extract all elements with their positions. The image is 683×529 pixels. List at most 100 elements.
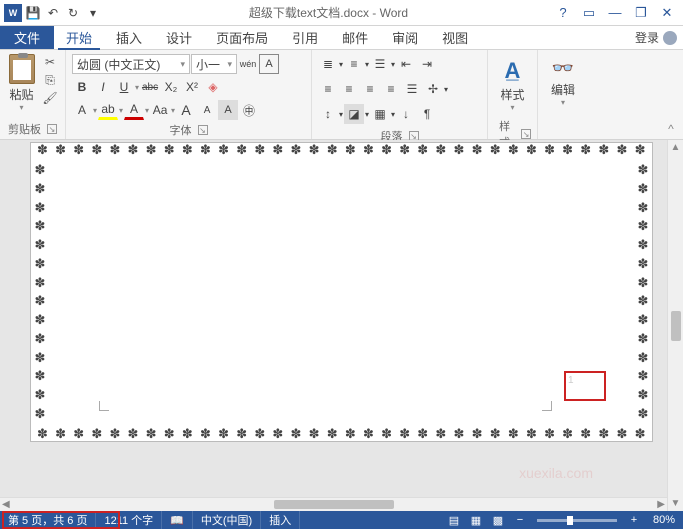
font-size-select[interactable]: 小一▾ (191, 54, 237, 74)
bold-button[interactable]: B (72, 77, 92, 97)
status-proof-icon[interactable]: 📖 (162, 511, 193, 529)
tab-file[interactable]: 文件 (0, 26, 54, 49)
window-title: 超级下载text文档.docx - Word (106, 4, 551, 21)
watermark: xuexila.com (519, 465, 593, 481)
scroll-right-icon[interactable]: ▶ (657, 499, 665, 510)
scroll-up-icon[interactable]: ▲ (671, 142, 681, 153)
show-marks-icon[interactable]: ¶ (417, 104, 437, 124)
tab-mailings[interactable]: 邮件 (330, 26, 380, 49)
status-insert-mode[interactable]: 插入 (261, 511, 300, 529)
font-launcher-icon[interactable]: ↘ (198, 125, 208, 135)
align-left-icon[interactable]: ≡ (318, 79, 338, 99)
view-read-icon[interactable]: ▤ (443, 511, 465, 529)
ribbon: 粘贴 ▾ ✂ ⎘ 🖌 剪贴板↘ 幼圆 (中文正文)▾ 小一▾ wén A B I… (0, 50, 683, 140)
page-number-highlight: 1 (564, 371, 606, 401)
zoom-knob[interactable] (567, 516, 573, 525)
close-icon[interactable]: ✕ (655, 3, 679, 23)
tab-references[interactable]: 引用 (280, 26, 330, 49)
underline-button[interactable]: U (114, 77, 134, 97)
title-bar: W 💾 ↶ ↻ ▾ 超级下载text文档.docx - Word ? ▭ — ❐… (0, 0, 683, 26)
paste-label: 粘贴 (9, 86, 33, 103)
redo-icon[interactable]: ↻ (64, 4, 82, 22)
grow-font-icon[interactable]: A (176, 100, 196, 120)
subscript-button[interactable]: X₂ (161, 77, 181, 97)
italic-button[interactable]: I (93, 77, 113, 97)
restore-icon[interactable]: ❐ (629, 3, 653, 23)
text-effects-icon[interactable]: A (72, 100, 92, 120)
align-center-icon[interactable]: ≡ (339, 79, 359, 99)
group-editing: 👓 编辑 ▾ (538, 50, 588, 139)
qat-more-icon[interactable]: ▾ (84, 4, 102, 22)
help-icon[interactable]: ? (551, 3, 575, 23)
status-words[interactable]: 1211 个字 (96, 511, 162, 529)
clear-format-icon[interactable]: ◈ (203, 77, 223, 97)
status-language[interactable]: 中文(中国) (193, 511, 261, 529)
save-icon[interactable]: 💾 (24, 4, 42, 22)
sort-icon[interactable]: ↓ (396, 104, 416, 124)
char-shading-icon[interactable]: A (218, 100, 238, 120)
scroll-down-icon[interactable]: ▼ (671, 498, 681, 509)
shrink-font-icon[interactable]: A (197, 100, 217, 120)
change-case-icon[interactable]: Aa (150, 100, 170, 120)
superscript-button[interactable]: X² (182, 77, 202, 97)
view-web-icon[interactable]: ▩ (487, 511, 509, 529)
cut-icon[interactable]: ✂ (41, 54, 59, 70)
clipboard-launcher-icon[interactable]: ↘ (47, 124, 57, 134)
strikethrough-button[interactable]: abc (140, 77, 160, 97)
horizontal-scrollbar[interactable]: ◀ ▶ (0, 497, 667, 511)
phonetic-guide-icon[interactable]: wén (238, 54, 258, 74)
tab-view[interactable]: 视图 (430, 26, 480, 49)
view-print-icon[interactable]: ▦ (465, 511, 487, 529)
zoom-in-icon[interactable]: + (623, 511, 645, 529)
copy-icon[interactable]: ⎘ (41, 72, 59, 88)
tab-layout[interactable]: 页面布局 (204, 26, 280, 49)
distributed-icon[interactable]: ☰ (402, 79, 422, 99)
window-buttons: ? ▭ — ❐ ✕ (551, 3, 683, 23)
status-page[interactable]: 第 5 页，共 6 页 (0, 511, 96, 529)
word-app-icon[interactable]: W (4, 4, 22, 22)
bullets-icon[interactable]: ≣ (318, 54, 338, 74)
quick-access-toolbar: W 💾 ↶ ↻ ▾ (0, 4, 106, 22)
zoom-out-icon[interactable]: − (509, 511, 531, 529)
vertical-scrollbar[interactable]: ▲ ▼ (667, 140, 683, 511)
binoculars-icon: 👓 (552, 58, 574, 79)
asian-layout-icon[interactable]: ✢ (423, 79, 443, 99)
font-color-icon[interactable]: A (124, 100, 144, 120)
paste-button[interactable]: 粘贴 ▾ (6, 54, 37, 112)
justify-icon[interactable]: ≡ (381, 79, 401, 99)
borders-icon[interactable]: ▦ (370, 104, 390, 124)
char-border-icon[interactable]: A (259, 54, 279, 74)
border-art-top: ✽✽✽✽✽✽✽✽✽✽✽✽✽✽✽✽✽✽✽✽✽✽✽✽✽✽✽✽✽✽✽✽✽✽ (37, 143, 646, 157)
styles-launcher-icon[interactable]: ↘ (521, 129, 531, 139)
zoom-level[interactable]: 80% (645, 511, 683, 529)
tab-design[interactable]: 设计 (154, 26, 204, 49)
tab-review[interactable]: 审阅 (380, 26, 430, 49)
format-painter-icon[interactable]: 🖌 (41, 90, 59, 106)
font-name-select[interactable]: 幼圆 (中文正文)▾ (72, 54, 190, 74)
highlight-icon[interactable]: ab (98, 100, 118, 120)
scroll-left-icon[interactable]: ◀ (2, 499, 10, 510)
group-styles: A̲ 样式 ▾ 样式↘ (488, 50, 538, 139)
align-right-icon[interactable]: ≡ (360, 79, 380, 99)
undo-icon[interactable]: ↶ (44, 4, 62, 22)
tab-insert[interactable]: 插入 (104, 26, 154, 49)
styles-button[interactable]: A̲ 样式 ▾ (494, 54, 531, 116)
scroll-thumb-v[interactable] (671, 311, 681, 341)
shading-icon[interactable]: ◪ (344, 104, 364, 124)
signin-area[interactable]: 登录 (635, 26, 683, 49)
editing-button[interactable]: 👓 编辑 ▾ (544, 54, 582, 111)
ribbon-options-icon[interactable]: ▭ (577, 3, 601, 23)
page[interactable]: ✽✽✽✽✽✽✽✽✽✽✽✽✽✽✽✽✽✽✽✽✽✽✽✽✽✽✽✽✽✽✽✽✽✽ ✽✽✽✽✽… (30, 142, 653, 442)
numbering-icon[interactable]: ≡ (344, 54, 364, 74)
increase-indent-icon[interactable]: ⇥ (417, 54, 437, 74)
enclose-char-icon[interactable]: ㊥ (239, 100, 259, 120)
tab-home[interactable]: 开始 (54, 26, 104, 49)
collapse-ribbon-icon[interactable]: ^ (663, 121, 679, 137)
group-clipboard: 粘贴 ▾ ✂ ⎘ 🖌 剪贴板↘ (0, 50, 66, 139)
decrease-indent-icon[interactable]: ⇤ (396, 54, 416, 74)
minimize-icon[interactable]: — (603, 3, 627, 23)
zoom-slider[interactable] (537, 519, 617, 522)
multilevel-icon[interactable]: ☰ (370, 54, 390, 74)
scroll-thumb-h[interactable] (274, 500, 394, 509)
line-spacing-icon[interactable]: ↕ (318, 104, 338, 124)
